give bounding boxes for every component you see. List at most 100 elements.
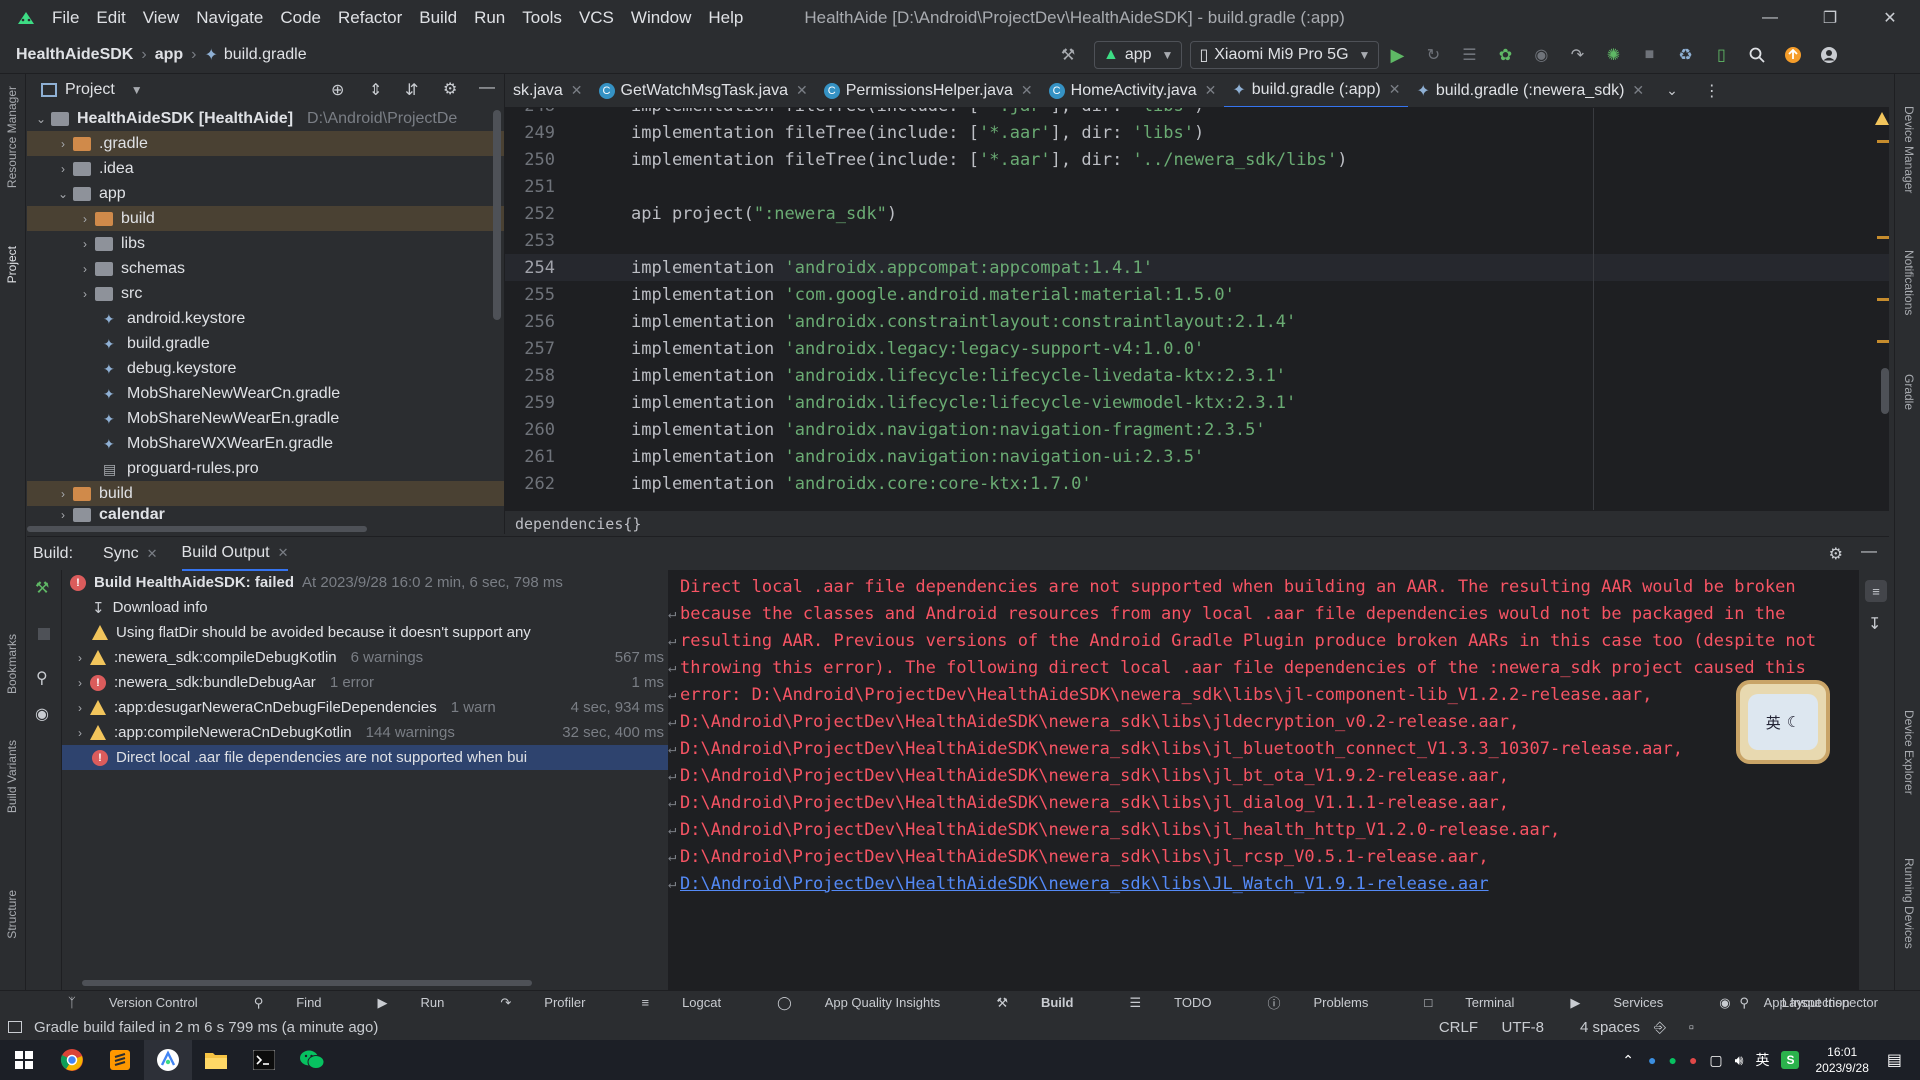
menu-help[interactable]: Help xyxy=(708,8,743,28)
tree-item-debug-keystore[interactable]: ✦ debug.keystore xyxy=(27,356,504,381)
tab-build-gradle-app[interactable]: ✦ build.gradle (:app) ✕ xyxy=(1224,74,1409,107)
tree-item-schemas[interactable]: › schemas xyxy=(27,256,504,281)
menu-code[interactable]: Code xyxy=(280,8,321,28)
device-manager-icon[interactable]: ▯ xyxy=(1703,40,1739,70)
menu-view[interactable]: View xyxy=(143,8,180,28)
tree-root[interactable]: ⌄ HealthAideSDK [HealthAide] D:\Android\… xyxy=(27,106,504,131)
tool-terminal[interactable]: □ Terminal xyxy=(1396,995,1514,1010)
account-icon[interactable] xyxy=(1811,40,1847,70)
line-separator[interactable]: CRLF xyxy=(1439,1019,1478,1036)
tool-run[interactable]: ▶ Run xyxy=(350,995,445,1011)
build-output-console[interactable]: Direct local .aar file dependencies are … xyxy=(668,570,1858,990)
tree-item-mobshare-en[interactable]: ✦ MobShareNewWearEn.gradle xyxy=(27,406,504,431)
lock-icon[interactable]: ⎆ xyxy=(1654,1019,1666,1036)
network-icon[interactable]: ▢ xyxy=(1709,1052,1722,1069)
terminal-taskbar-icon[interactable] xyxy=(240,1040,288,1080)
gradle-tab[interactable]: Gradle xyxy=(1902,374,1916,410)
breadcrumb-file[interactable]: build.gradle xyxy=(224,46,307,64)
ime-tray-icon[interactable]: ● xyxy=(1689,1052,1697,1068)
build-variants-tab[interactable]: Build Variants xyxy=(5,740,19,813)
tree-item-calendar[interactable]: › calendar xyxy=(27,506,504,524)
debug-icon[interactable]: ✿ xyxy=(1487,40,1523,70)
chevron-down-icon[interactable]: ⌄ xyxy=(31,112,51,126)
expand-all-icon[interactable]: ⇕ xyxy=(369,80,382,100)
error-stripe-mark[interactable] xyxy=(1877,298,1889,301)
hammer-icon[interactable]: ⚒ xyxy=(35,578,49,598)
vertical-scrollbar[interactable] xyxy=(493,110,501,320)
close-tab-icon[interactable]: ✕ xyxy=(1632,82,1644,99)
code-editor[interactable]: 248implementation fileTree(include: ['*.… xyxy=(505,108,1889,510)
android-studio-taskbar-icon[interactable] xyxy=(144,1040,192,1080)
tool-find[interactable]: ⚲ Find xyxy=(226,995,322,1011)
wechat-icon[interactable] xyxy=(288,1040,336,1080)
profile-icon[interactable]: ↷ xyxy=(1559,40,1595,70)
ime-mascot-widget[interactable]: 英 ☾ xyxy=(1736,680,1830,764)
close-tab-icon[interactable]: ✕ xyxy=(1389,81,1401,98)
warning-icon[interactable] xyxy=(1875,112,1889,125)
error-stripe-mark[interactable] xyxy=(1877,340,1889,343)
tool-layout-inspector[interactable]: ⚲ Layout Inspector xyxy=(1711,995,1878,1011)
menu-edit[interactable]: Edit xyxy=(96,8,125,28)
code-line[interactable]: 262 implementation 'androidx.core:core-kt… xyxy=(505,470,1889,497)
build-tree-row-root[interactable]: ! Build HealthAideSDK: failed At 2023/9/… xyxy=(62,570,668,595)
resource-manager-tab[interactable]: Resource Manager xyxy=(5,86,19,188)
tab-sync[interactable]: Sync ✕ xyxy=(103,545,157,563)
breadcrumb-module[interactable]: app xyxy=(155,46,183,64)
gear-icon[interactable]: ⚙ xyxy=(443,79,457,99)
tree-item-mobshare-wx[interactable]: ✦ MobShareWXWearEn.gradle xyxy=(27,431,504,456)
eye-icon[interactable]: ◉ xyxy=(35,704,49,724)
close-tab-icon[interactable]: ✕ xyxy=(1021,82,1033,99)
chevron-right-icon[interactable]: › xyxy=(53,487,73,501)
code-line[interactable]: 254 implementation 'androidx.appcompat:ap… xyxy=(505,254,1889,281)
chevron-right-icon[interactable]: › xyxy=(75,287,95,301)
gear-icon[interactable]: ⚙ xyxy=(1829,544,1843,564)
sublime-text-icon[interactable] xyxy=(96,1040,144,1080)
notification-center-icon[interactable]: ▤ xyxy=(1887,1050,1902,1070)
code-line[interactable]: 259 implementation 'androidx.lifecycle:li… xyxy=(505,389,1889,416)
code-line[interactable]: 248implementation fileTree(include: ['*.… xyxy=(505,108,1889,119)
tab-permissionshelper[interactable]: C PermissionsHelper.java ✕ xyxy=(816,74,1041,107)
code-breadcrumb[interactable]: dependencies{} xyxy=(505,510,1889,536)
scroll-to-end-icon[interactable]: ↧ xyxy=(1868,614,1881,634)
running-devices-tab[interactable]: Running Devices xyxy=(1902,858,1916,949)
horizontal-scrollbar[interactable] xyxy=(27,526,367,532)
chevron-right-icon[interactable]: › xyxy=(75,262,95,276)
minimize-icon[interactable]: — xyxy=(1740,0,1800,36)
tab-task-java[interactable]: sk.java ✕ xyxy=(505,74,591,107)
tree-item-android-keystore[interactable]: ✦ android.keystore xyxy=(27,306,504,331)
tool-profiler[interactable]: ↷ Profiler xyxy=(472,995,585,1011)
chevron-right-icon[interactable]: › xyxy=(70,651,90,665)
chevron-right-icon[interactable]: › xyxy=(53,162,73,176)
more-options-icon[interactable]: ⋮ xyxy=(1704,81,1720,101)
search-icon[interactable] xyxy=(1739,40,1775,70)
error-stripe-mark[interactable] xyxy=(1877,236,1889,239)
tree-item-proguard[interactable]: ▤ proguard-rules.pro xyxy=(27,456,504,481)
close-tab-icon[interactable]: ✕ xyxy=(571,82,583,99)
breadcrumb-project[interactable]: HealthAideSDK xyxy=(16,46,133,64)
code-line[interactable]: 252 api project(":newera_sdk") xyxy=(505,200,1889,227)
apply-changes-icon[interactable]: ☰ xyxy=(1451,40,1487,70)
chevron-right-icon[interactable]: › xyxy=(75,237,95,251)
pin-icon[interactable]: ⚲ xyxy=(36,668,48,688)
close-tab-icon[interactable]: ✕ xyxy=(1205,82,1217,99)
attach-icon[interactable]: ✺ xyxy=(1595,40,1631,70)
run-config-selector[interactable]: ▲ app ▼ xyxy=(1094,41,1183,69)
build-tree-row-direct-aar[interactable]: ! Direct local .aar file dependencies ar… xyxy=(62,745,668,770)
menu-navigate[interactable]: Navigate xyxy=(196,8,263,28)
crosshair-icon[interactable]: ⊕ xyxy=(331,80,344,100)
code-line[interactable]: 255 implementation 'com.google.android.ma… xyxy=(505,281,1889,308)
horizontal-scrollbar[interactable] xyxy=(82,980,532,986)
volume-icon[interactable]: 🔊︎ xyxy=(1735,1052,1744,1069)
ime-language-indicator[interactable]: 英 xyxy=(1755,1050,1769,1070)
close-tab-icon[interactable]: ✕ xyxy=(147,546,158,562)
hide-panel-icon[interactable]: — xyxy=(479,79,495,97)
code-line[interactable]: 253 xyxy=(505,227,1889,254)
collapse-all-icon[interactable]: ⇵ xyxy=(405,80,418,100)
menu-run[interactable]: Run xyxy=(474,8,505,28)
tree-item-app-build[interactable]: › build xyxy=(27,206,504,231)
chevron-down-icon[interactable]: ▼ xyxy=(131,83,143,97)
sync-gradle-icon[interactable]: ♻ xyxy=(1667,40,1703,70)
indent-setting[interactable]: 4 spaces xyxy=(1580,1019,1640,1036)
tab-homeactivity[interactable]: C HomeActivity.java ✕ xyxy=(1041,74,1225,107)
chevron-right-icon[interactable]: › xyxy=(53,137,73,151)
